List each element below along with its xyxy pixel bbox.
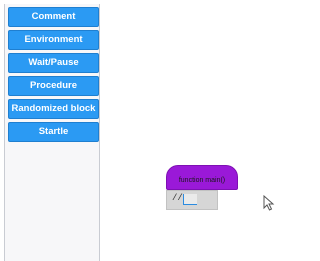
workspace-canvas[interactable] — [100, 4, 303, 261]
category-procedure-button[interactable]: Procedure — [8, 76, 99, 96]
category-startle-button[interactable]: Startle — [8, 122, 99, 142]
category-wait-pause-button[interactable]: Wait/Pause — [8, 53, 99, 73]
function-block-group[interactable]: function main() // — [166, 165, 238, 215]
function-main-block[interactable]: function main() — [166, 165, 238, 190]
category-randomized-block-button[interactable]: Randomized block — [8, 99, 99, 119]
toolbox-panel: Comment Environment Wait/Pause Procedure… — [4, 4, 100, 261]
category-comment-button[interactable]: Comment — [8, 7, 99, 27]
mouse-pointer-icon — [263, 195, 275, 211]
category-environment-button[interactable]: Environment — [8, 30, 99, 50]
comment-block[interactable]: // — [166, 190, 218, 210]
comment-text-field[interactable] — [183, 194, 197, 205]
comment-prefix: // — [172, 193, 183, 203]
block-editor: Comment Environment Wait/Pause Procedure… — [0, 0, 303, 261]
